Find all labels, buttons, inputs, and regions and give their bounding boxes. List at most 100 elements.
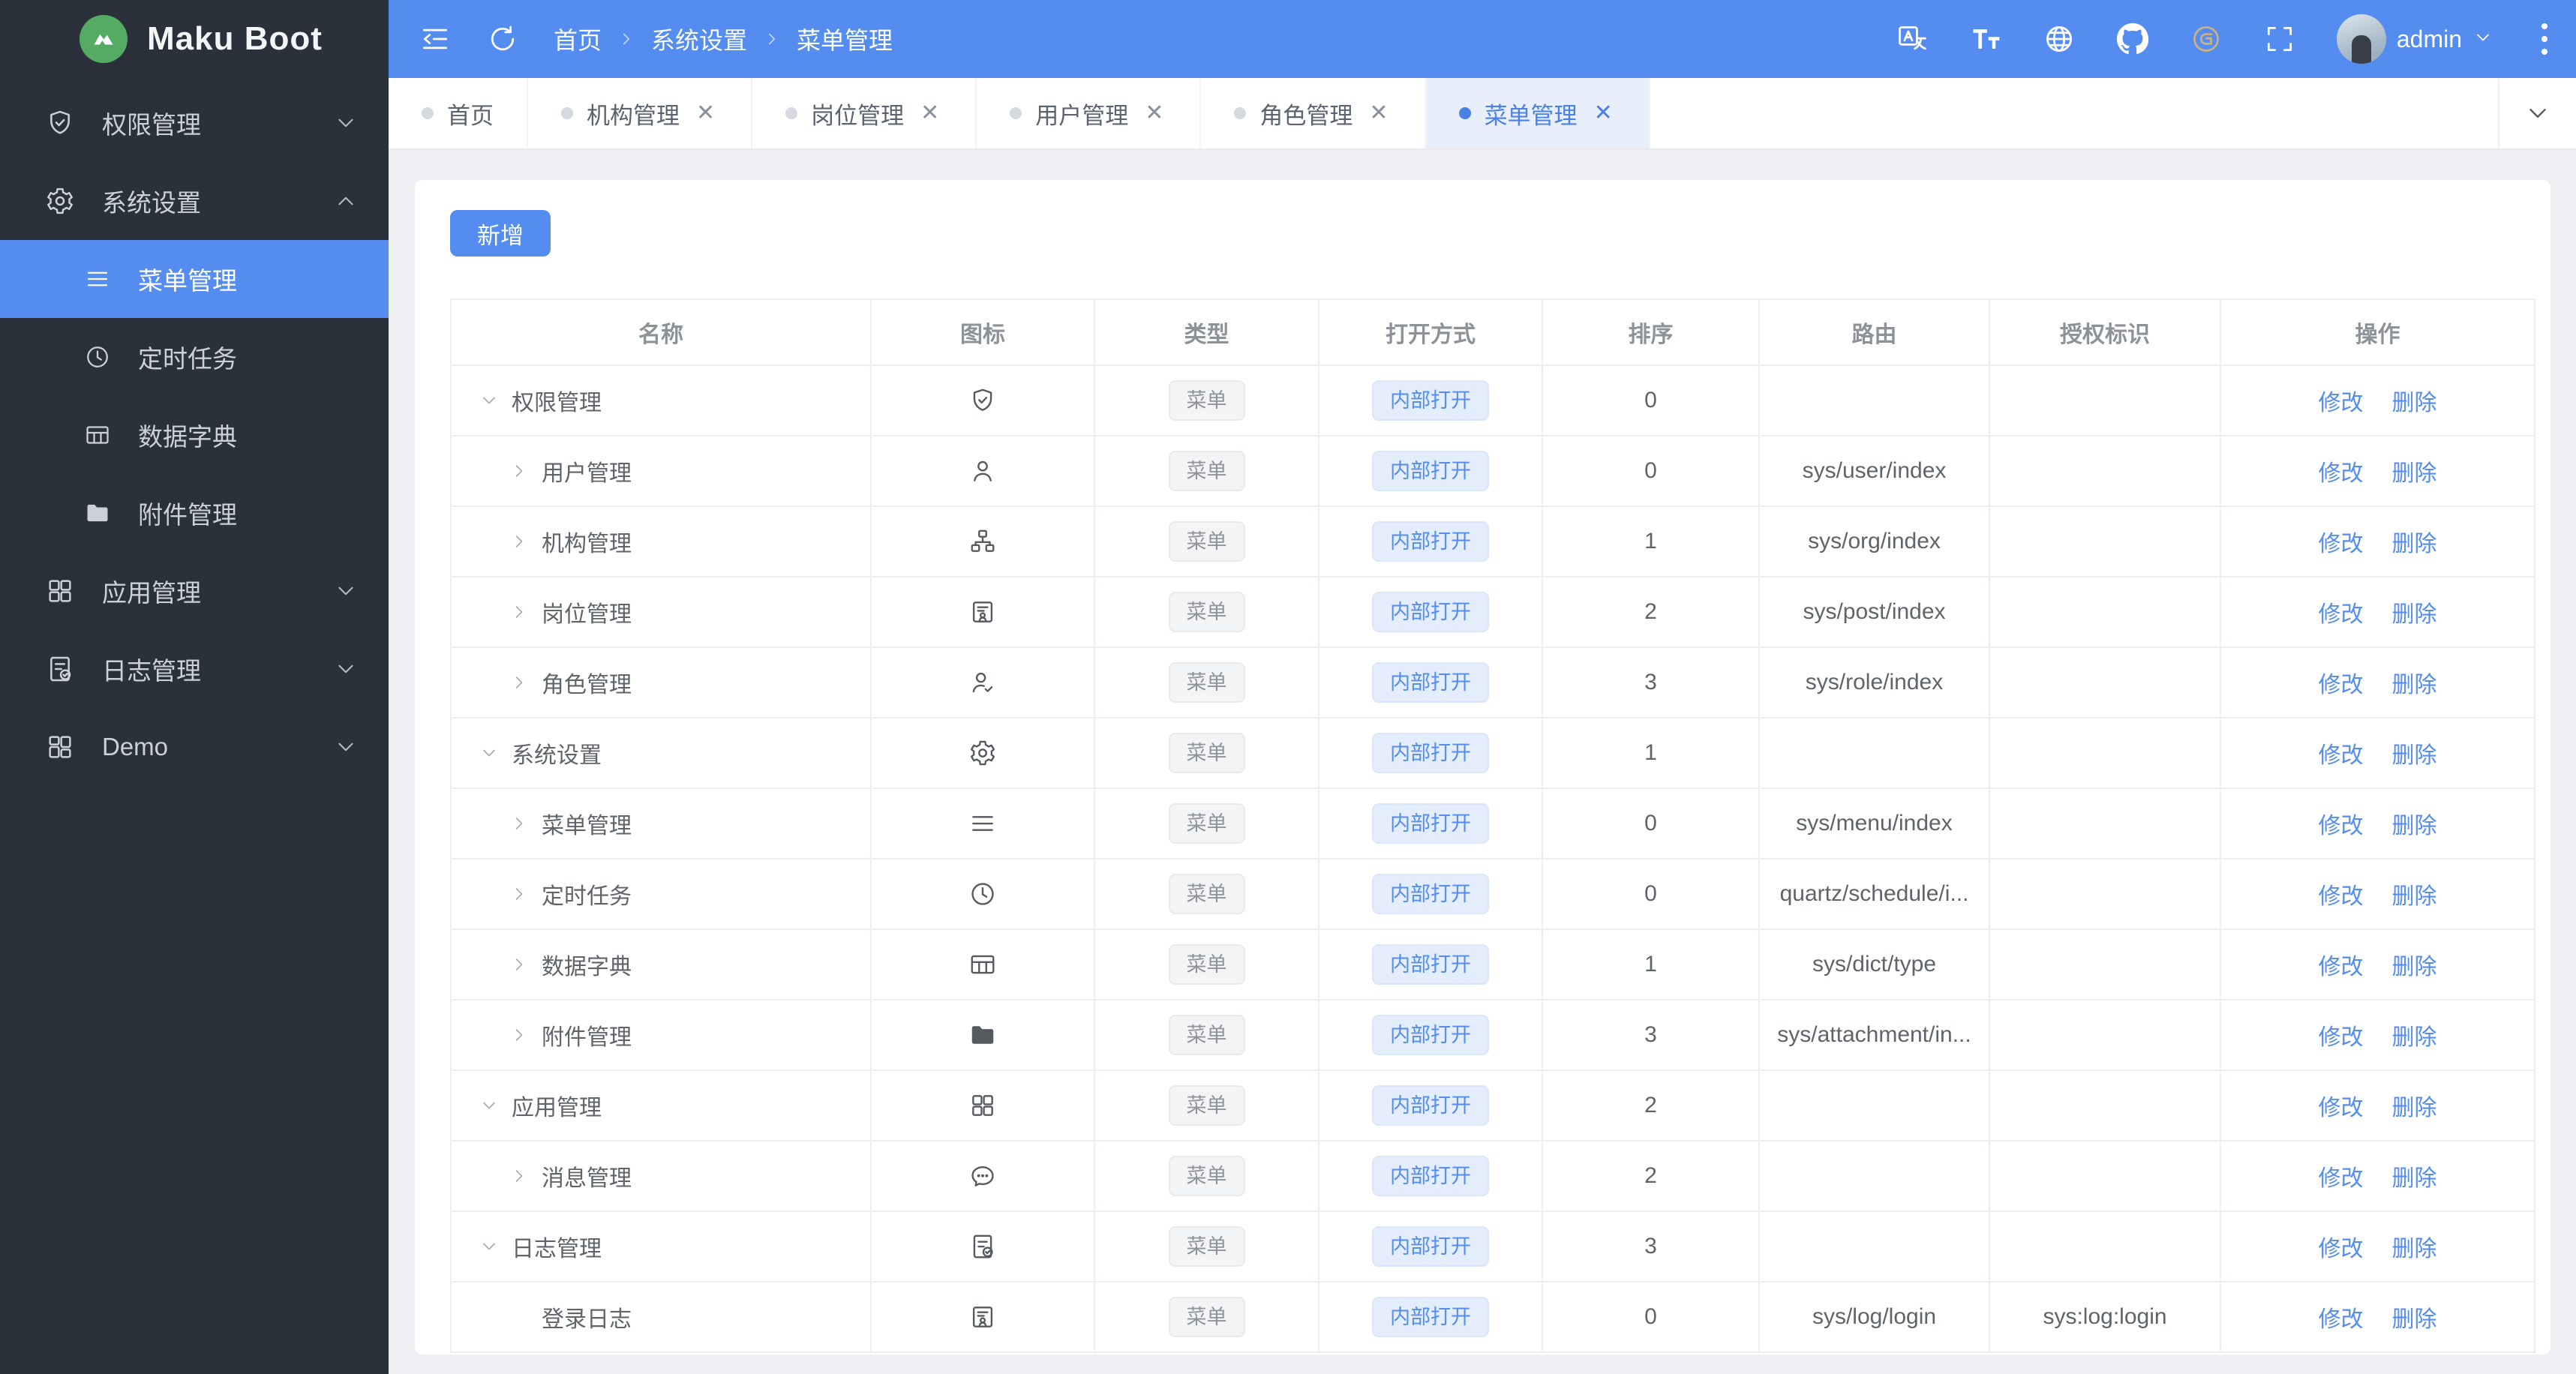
edit-link[interactable]: 修改 [2319, 743, 2364, 768]
tab-item[interactable]: 首页 [389, 78, 528, 148]
expand-right-icon[interactable] [509, 813, 530, 834]
expand-right-icon[interactable] [509, 884, 530, 904]
delete-link[interactable]: 删除 [2392, 1307, 2437, 1332]
breadcrumb-item[interactable]: 系统设置 [651, 22, 747, 56]
expand-down-icon[interactable] [479, 742, 500, 764]
delete-link[interactable]: 删除 [2392, 814, 2437, 838]
table-row: 用户管理 菜单 内部打开 0 sys/user/index 修改 删除 [450, 435, 2535, 507]
actions-cell: 修改 删除 [2220, 858, 2535, 930]
edit-link[interactable]: 修改 [2319, 391, 2364, 416]
sidebar-item[interactable]: 附件管理 [0, 474, 389, 552]
edit-link[interactable]: 修改 [2319, 1166, 2364, 1191]
edit-link[interactable]: 修改 [2319, 1025, 2364, 1050]
expand-right-icon[interactable] [509, 954, 530, 975]
edit-link[interactable]: 修改 [2319, 1096, 2364, 1120]
edit-link[interactable]: 修改 [2319, 1237, 2364, 1262]
kebab-menu-icon[interactable] [2534, 19, 2555, 59]
sidebar-item-label: 应用管理 [102, 579, 201, 607]
table-row: 权限管理 菜单 内部打开 0 修改 删除 [450, 364, 2535, 436]
gear-icon [45, 186, 75, 216]
expand-down-icon[interactable] [479, 1095, 500, 1116]
font-size-icon[interactable] [1969, 22, 2002, 56]
sidebar-item[interactable]: 权限管理 [0, 84, 389, 162]
add-button[interactable]: 新增 [450, 210, 551, 256]
type-cell: 菜单 [1094, 646, 1320, 718]
collapse-sidebar-icon[interactable] [419, 22, 452, 56]
sidebar-item[interactable]: 系统设置 [0, 162, 389, 240]
edit-link[interactable]: 修改 [2319, 602, 2364, 627]
delete-link[interactable]: 删除 [2392, 461, 2437, 486]
globe-icon[interactable] [2043, 22, 2076, 56]
tab-item[interactable]: 用户管理 ✕ [977, 78, 1202, 148]
type-tag: 菜单 [1168, 1226, 1245, 1267]
edit-link[interactable]: 修改 [2319, 673, 2364, 698]
tabs-dropdown-button[interactable] [2498, 78, 2576, 148]
expand-right-icon[interactable] [509, 672, 530, 693]
delete-link[interactable]: 删除 [2392, 1096, 2437, 1120]
tab-active[interactable]: 菜单管理 ✕ [1425, 78, 1650, 148]
org-tree-icon [968, 527, 997, 556]
tab-item[interactable]: 机构管理 ✕ [528, 78, 753, 148]
delete-link[interactable]: 删除 [2392, 743, 2437, 768]
tab-close-icon[interactable]: ✕ [1591, 99, 1616, 128]
edit-link[interactable]: 修改 [2319, 814, 2364, 838]
sidebar-item[interactable]: 定时任务 [0, 318, 389, 396]
expand-right-icon[interactable] [509, 531, 530, 552]
tab-close-icon[interactable]: ✕ [1142, 99, 1166, 128]
tab-close-icon[interactable]: ✕ [693, 99, 718, 128]
tab-close-icon[interactable]: ✕ [917, 99, 942, 128]
edit-link[interactable]: 修改 [2319, 884, 2364, 909]
type-tag: 菜单 [1168, 1156, 1245, 1196]
avatar[interactable] [2336, 14, 2386, 64]
delete-link[interactable]: 删除 [2392, 532, 2437, 556]
expand-down-icon[interactable] [479, 390, 500, 411]
user-check-icon [968, 668, 997, 697]
icon-cell [870, 576, 1095, 648]
expand-right-icon[interactable] [509, 1166, 530, 1186]
translate-icon[interactable] [1896, 22, 1929, 56]
user-menu[interactable]: admin [2336, 14, 2493, 64]
icon-cell [870, 928, 1095, 1000]
expand-right-icon[interactable] [509, 602, 530, 622]
name-cell: 权限管理 [450, 364, 872, 436]
delete-link[interactable]: 删除 [2392, 955, 2437, 980]
expand-down-icon[interactable] [479, 1236, 500, 1257]
tab-label: 角色管理 [1259, 102, 1353, 129]
sidebar-item[interactable]: 日志管理 [0, 630, 389, 708]
menu-name: 数据字典 [542, 955, 632, 980]
delete-link[interactable]: 删除 [2392, 673, 2437, 698]
tab-close-icon[interactable]: ✕ [1366, 99, 1391, 128]
delete-link[interactable]: 删除 [2392, 1166, 2437, 1191]
tab-item[interactable]: 角色管理 ✕ [1201, 78, 1426, 148]
tab-label: 岗位管理 [811, 102, 905, 129]
edit-link[interactable]: 修改 [2319, 955, 2364, 980]
sidebar-menu: 权限管理 系统设置 菜单管理 定时任务 数据字典 附件管理应用管理日志管理 Demo [0, 78, 389, 1374]
edit-link[interactable]: 修改 [2319, 532, 2364, 556]
breadcrumb-item[interactable]: 首页 [554, 22, 602, 56]
menu-name: 应用管理 [512, 1096, 602, 1120]
type-cell: 菜单 [1094, 1070, 1320, 1142]
sidebar-item[interactable]: 菜单管理 [0, 240, 389, 318]
delete-link[interactable]: 删除 [2392, 1025, 2437, 1050]
delete-link[interactable]: 删除 [2392, 391, 2437, 416]
expand-right-icon[interactable] [509, 1024, 530, 1046]
tab-item[interactable]: 岗位管理 ✕ [752, 78, 977, 148]
sidebar-item[interactable]: 数据字典 [0, 396, 389, 474]
chat-bubble-icon [968, 1162, 997, 1190]
edit-link[interactable]: 修改 [2319, 461, 2364, 486]
edit-link[interactable]: 修改 [2319, 1307, 2364, 1332]
github-icon[interactable] [2116, 22, 2149, 56]
gitee-icon[interactable] [2190, 22, 2223, 56]
delete-link[interactable]: 删除 [2392, 1237, 2437, 1262]
sidebar-item[interactable]: Demo [0, 708, 389, 786]
sidebar-item[interactable]: 应用管理 [0, 552, 389, 630]
delete-link[interactable]: 删除 [2392, 884, 2437, 909]
name-cell: 附件管理 [450, 999, 872, 1071]
fullscreen-icon[interactable] [2263, 22, 2296, 56]
refresh-icon[interactable] [486, 22, 519, 56]
tab-label: 首页 [447, 102, 494, 129]
sidebar-item-label: Demo [102, 733, 169, 760]
delete-link[interactable]: 删除 [2392, 602, 2437, 627]
expand-right-icon[interactable] [509, 460, 530, 482]
auth-cell [1989, 999, 2221, 1071]
